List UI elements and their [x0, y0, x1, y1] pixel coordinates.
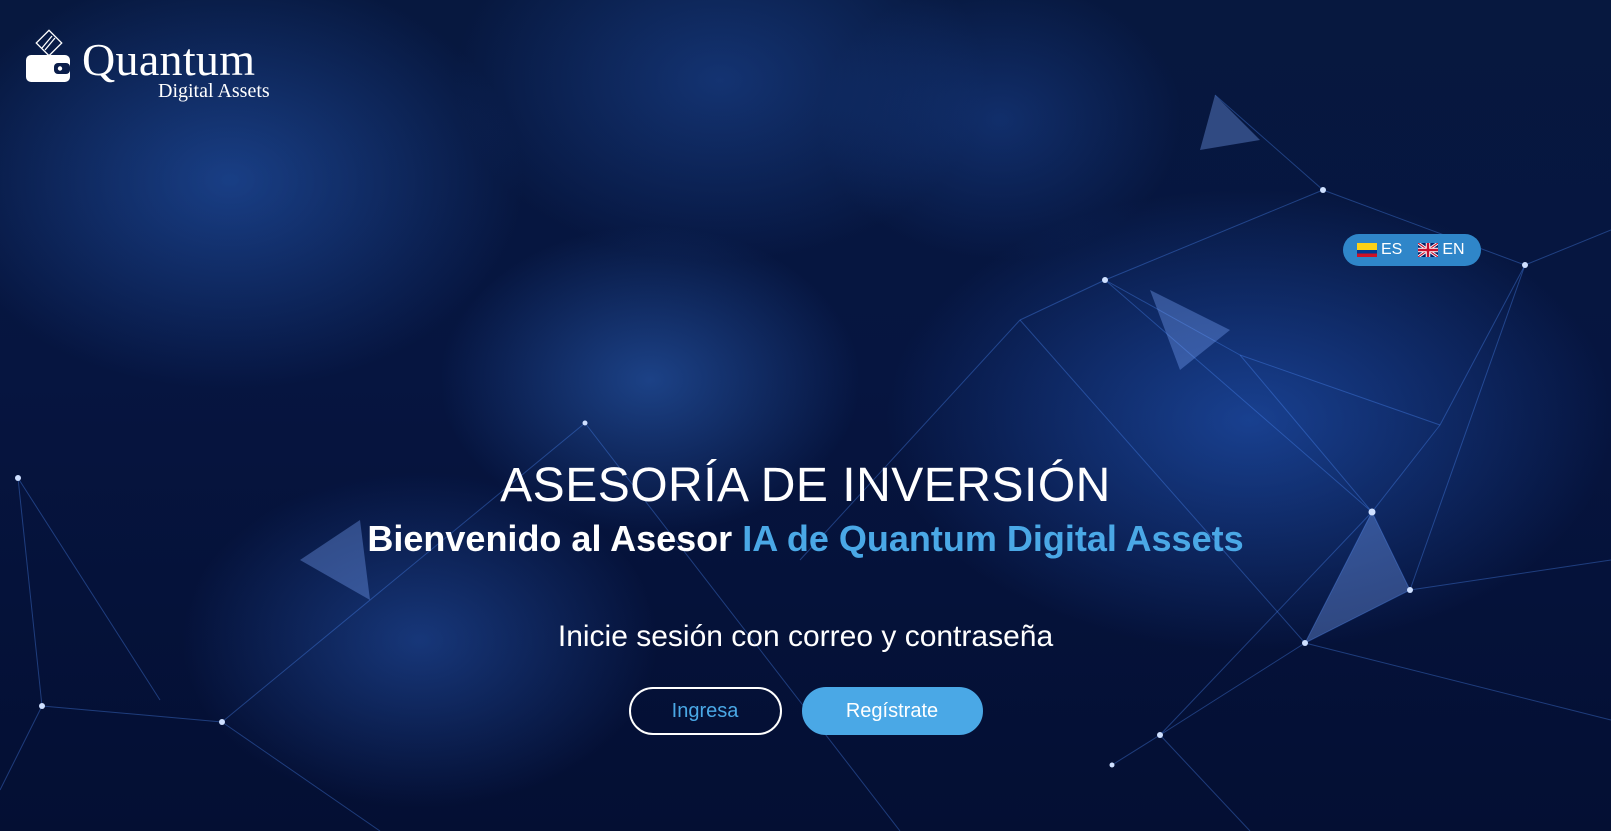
- login-button[interactable]: Ingresa: [628, 687, 782, 735]
- hero-subtitle-plain: Bienvenido al Asesor: [367, 518, 743, 559]
- auth-actions: Ingresa Regístrate: [0, 687, 1611, 735]
- brand-logo[interactable]: Quantum Digital Assets: [24, 28, 294, 108]
- login-prompt: Inicie sesión con correo y contraseña: [557, 620, 1054, 653]
- wallet-icon: [26, 29, 70, 82]
- language-option-en[interactable]: EN: [1418, 241, 1465, 259]
- colombia-flag-icon: [1357, 243, 1377, 257]
- brand-name: Quantum: [82, 34, 256, 85]
- hero-title: ASESORÍA DE INVERSIÓN: [500, 459, 1111, 512]
- hero-subtitle: Bienvenido al Asesor IA de Quantum Digit…: [0, 516, 1611, 562]
- language-switch: ES EN: [1343, 234, 1481, 266]
- language-option-es[interactable]: ES: [1357, 241, 1402, 259]
- language-code-en: EN: [1442, 241, 1465, 258]
- hero-section: ASESORÍA DE INVERSIÓN Bienvenido al Ases…: [0, 456, 1611, 562]
- uk-flag-icon: [1418, 243, 1439, 257]
- language-code-es: ES: [1381, 241, 1403, 258]
- hero-subtitle-accent: IA de Quantum Digital Assets: [742, 518, 1244, 559]
- register-button[interactable]: Regístrate: [801, 687, 983, 735]
- brand-tagline: Digital Assets: [158, 80, 270, 102]
